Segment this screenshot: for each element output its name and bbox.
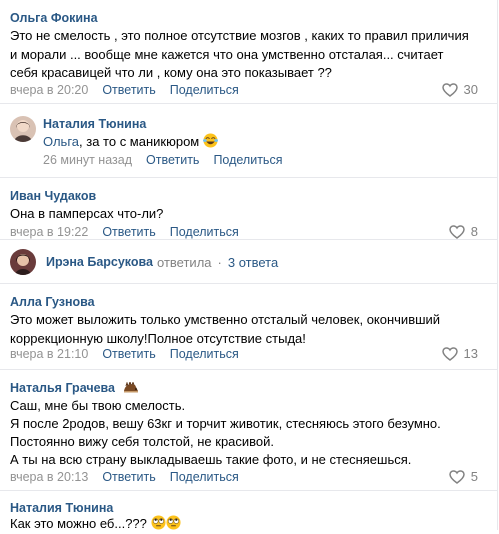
reply-button[interactable]: Ответить	[146, 153, 199, 167]
comment-line: Я после 2родов, вешу 63кг и торчит живот…	[10, 416, 441, 431]
comment-time[interactable]: вчера в 21:10	[10, 347, 88, 361]
comment-meta: вчера в 19:22 Ответить Поделиться	[10, 224, 239, 240]
tears-of-joy-emoji	[202, 133, 218, 148]
comment: Ольга Фокина Это не смелость , это полно…	[0, 0, 497, 104]
heart-icon	[441, 347, 458, 361]
comment: Алла Гузнова Это может выложить только у…	[0, 284, 497, 370]
comment-text: Это может выложить только умственно отст…	[10, 312, 441, 346]
comment-author[interactable]: Ольга Фокина	[10, 10, 98, 26]
avatar[interactable]	[10, 116, 36, 142]
comment-line: А ты на всю страну выкладываешь такие фо…	[10, 452, 412, 467]
comment-line: Саш, мне бы твою смелость.	[10, 398, 186, 413]
share-button[interactable]: Поделиться	[170, 347, 239, 361]
like-count: 13	[463, 346, 478, 361]
comment: Наталья Грачева Саш, мне бы твою смелост…	[0, 370, 497, 491]
like-count: 30	[463, 82, 478, 97]
reply-body: , за то с маникюром	[79, 134, 200, 149]
like-count: 8	[470, 224, 478, 239]
comment-time[interactable]: вчера в 20:20	[10, 83, 88, 97]
comment-body: Как это можно еб...???	[10, 516, 147, 531]
separator-dot: ·	[217, 254, 222, 270]
like-button[interactable]: 13	[441, 346, 478, 362]
comment: Иван Чудаков Она в памперсах что-ли? вче…	[0, 178, 497, 240]
comment-meta: вчера в 20:20 Ответить Поделиться	[10, 82, 239, 98]
right-border	[497, 0, 498, 530]
reply-button[interactable]: Ответить	[102, 225, 155, 239]
share-button[interactable]: Поделиться	[213, 153, 282, 167]
comment-author[interactable]: Иван Чудаков	[10, 188, 96, 204]
comment-time[interactable]: вчера в 20:13	[10, 470, 88, 484]
avatar[interactable]	[10, 249, 36, 275]
reply-button[interactable]: Ответить	[102, 347, 155, 361]
like-button[interactable]: 30	[441, 82, 478, 98]
reply-button[interactable]: Ответить	[102, 470, 155, 484]
share-button[interactable]: Поделиться	[170, 83, 239, 97]
share-button[interactable]: Поделиться	[170, 470, 239, 484]
comment-text: Она в памперсах что-ли?	[10, 206, 164, 221]
reply-comment: Наталия Тюнина Ольга, за то с маникюром …	[0, 104, 497, 178]
comment-author[interactable]: Наталья Грачева	[10, 380, 139, 396]
reply-author[interactable]: Наталия Тюнина	[43, 116, 146, 132]
heart-icon	[449, 225, 465, 239]
comment: Наталия Тюнина Как это можно еб...???	[0, 491, 497, 531]
reply-button[interactable]: Ответить	[102, 83, 155, 97]
reply-addressee[interactable]: Ольга	[43, 134, 79, 149]
eye-roll-emoji	[166, 515, 181, 530]
eye-roll-emoji	[151, 515, 166, 530]
like-count: 5	[470, 469, 478, 484]
comment-author[interactable]: Наталия Тюнина	[10, 500, 113, 516]
comment-text: Саш, мне бы твою смелость. Я после 2родо…	[10, 397, 490, 469]
thread-summary: Ирэна Барсукова ответила · 3 ответа	[0, 240, 497, 284]
comment-time[interactable]: вчера в 19:22	[10, 225, 88, 239]
comment-meta: вчера в 20:13 Ответить Поделиться	[10, 469, 239, 485]
comment-meta: вчера в 21:10 Ответить Поделиться	[10, 346, 239, 362]
reply-time[interactable]: 26 минут назад	[43, 153, 132, 167]
hedgehog-icon	[123, 382, 138, 393]
comment-text: Это не смелость , это полное отсутствие …	[10, 28, 469, 80]
thread-reply-count[interactable]: 3 ответа	[228, 255, 278, 270]
reply-text: Ольга, за то с маникюром	[43, 133, 218, 151]
reply-meta: 26 минут назад Ответить Поделиться	[43, 152, 282, 168]
comment-author[interactable]: Алла Гузнова	[10, 294, 95, 310]
heart-icon	[449, 470, 465, 484]
like-button[interactable]: 5	[449, 469, 478, 485]
thread-author[interactable]: Ирэна Барсукова	[46, 255, 153, 269]
share-button[interactable]: Поделиться	[170, 225, 239, 239]
like-button[interactable]: 8	[449, 224, 478, 240]
comment-line: Постоянно вижу себя толстой, не красивой…	[10, 434, 275, 449]
thread-row[interactable]: Ирэна Барсукова ответила · 3 ответа	[10, 249, 278, 275]
comment-author-name[interactable]: Наталья Грачева	[10, 381, 115, 395]
thread-verb: ответила	[157, 254, 212, 270]
heart-icon	[441, 83, 458, 97]
comment-text: Как это можно еб...???	[10, 515, 480, 534]
